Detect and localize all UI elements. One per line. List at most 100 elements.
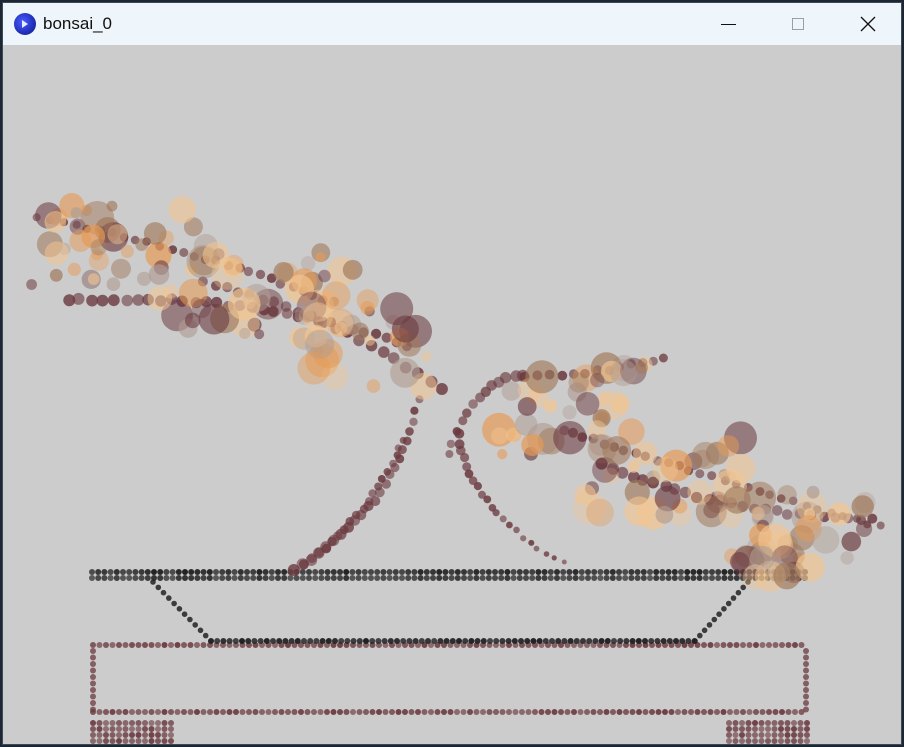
pot-dot (405, 569, 412, 575)
pot-dot (262, 569, 269, 575)
base-dot (804, 738, 810, 744)
pot-dot (623, 638, 630, 644)
base-dot (803, 674, 809, 680)
leaf-disc (273, 262, 294, 283)
leaf-disc (624, 496, 655, 527)
pot-dot (120, 569, 126, 575)
maximize-button[interactable] (763, 3, 833, 45)
leaf-disc (120, 244, 134, 258)
pot-dot (436, 575, 443, 581)
pot-dot (609, 575, 616, 581)
base-dot (758, 732, 765, 738)
pot-dot (647, 575, 653, 581)
base-dot (739, 732, 745, 738)
pot-dot (454, 575, 461, 581)
leaf-disc (602, 436, 632, 465)
close-button[interactable] (833, 3, 901, 45)
base-dot (784, 738, 791, 744)
pot-dot (448, 575, 455, 581)
base-dot (103, 738, 109, 744)
pot-dot (213, 569, 219, 575)
base-dot (90, 726, 96, 732)
base-dot (96, 726, 103, 732)
pot-dot (163, 575, 170, 581)
base-dot (168, 642, 174, 648)
pot-dot (237, 575, 244, 581)
pot-dot (206, 575, 213, 581)
base-dot (798, 642, 805, 648)
base-dot (161, 726, 168, 732)
base-dot (512, 709, 519, 715)
pot-dot (628, 575, 635, 581)
pot-dot (485, 569, 492, 575)
leaf-disc (491, 427, 508, 445)
base-dot (681, 709, 688, 715)
base-dot (122, 642, 129, 648)
leaf-disc (586, 498, 614, 527)
pot-dot (325, 638, 332, 644)
sketch-canvas[interactable] (3, 45, 901, 744)
pot-dot (381, 638, 388, 644)
pot-dot (709, 575, 715, 581)
leaf-disc (168, 195, 196, 224)
pot-dot (166, 595, 172, 601)
leaf-disc (691, 441, 720, 470)
base-dot (765, 720, 771, 726)
pot-dot (685, 638, 692, 644)
base-dot (778, 720, 784, 726)
base-dot (408, 709, 415, 715)
pot-dot (591, 575, 598, 581)
pot-dot (603, 569, 610, 575)
base-dot (239, 709, 246, 715)
base-dot (740, 709, 746, 715)
pot-dot (560, 569, 567, 575)
pot-dot (392, 575, 399, 581)
pot-dot (200, 569, 207, 575)
base-dot (161, 720, 168, 726)
base-dot (90, 693, 96, 700)
base-dot (311, 709, 317, 715)
base-dot (161, 738, 168, 744)
branch-dot (72, 292, 85, 305)
pot-dot (473, 569, 480, 575)
pot-dot (647, 569, 653, 575)
base-dot (116, 732, 122, 738)
leaf-disc (106, 277, 121, 291)
minimize-button[interactable] (693, 3, 763, 45)
base-dot (772, 709, 779, 715)
pot-dot (169, 569, 176, 575)
branch-dot (520, 535, 527, 542)
pot-dot (138, 575, 145, 581)
base-dot (90, 706, 96, 713)
base-dot (662, 709, 668, 715)
base-dot (447, 709, 454, 715)
base-dot (803, 680, 809, 687)
pot-dot (368, 575, 374, 581)
leaf-disc (390, 357, 420, 388)
sketch-window: bonsai_0 (2, 2, 902, 745)
branch-dot (374, 482, 383, 491)
pot-dot (678, 575, 684, 581)
base-dot (766, 642, 772, 648)
pot-dot (187, 616, 193, 623)
pot-dot (592, 638, 599, 644)
pot-dot (363, 638, 369, 644)
branch-dot (351, 510, 361, 520)
pot-dot (504, 569, 511, 575)
title-bar[interactable]: bonsai_0 (3, 3, 901, 45)
base-dot (759, 709, 766, 715)
pot-dot (702, 569, 709, 575)
pot-dot (375, 638, 382, 644)
base-dot (181, 642, 187, 648)
leaf-disc (420, 351, 432, 363)
leaf-disc (773, 562, 801, 590)
pot-dot (319, 638, 326, 644)
pot-dot (679, 638, 686, 644)
leaf-disc (840, 551, 854, 565)
pot-dot (740, 584, 746, 591)
base-dot (168, 726, 174, 732)
pot-dot (555, 638, 562, 644)
pot-dot (510, 569, 517, 575)
leaf-disc (184, 312, 201, 329)
base-dot (155, 720, 161, 726)
